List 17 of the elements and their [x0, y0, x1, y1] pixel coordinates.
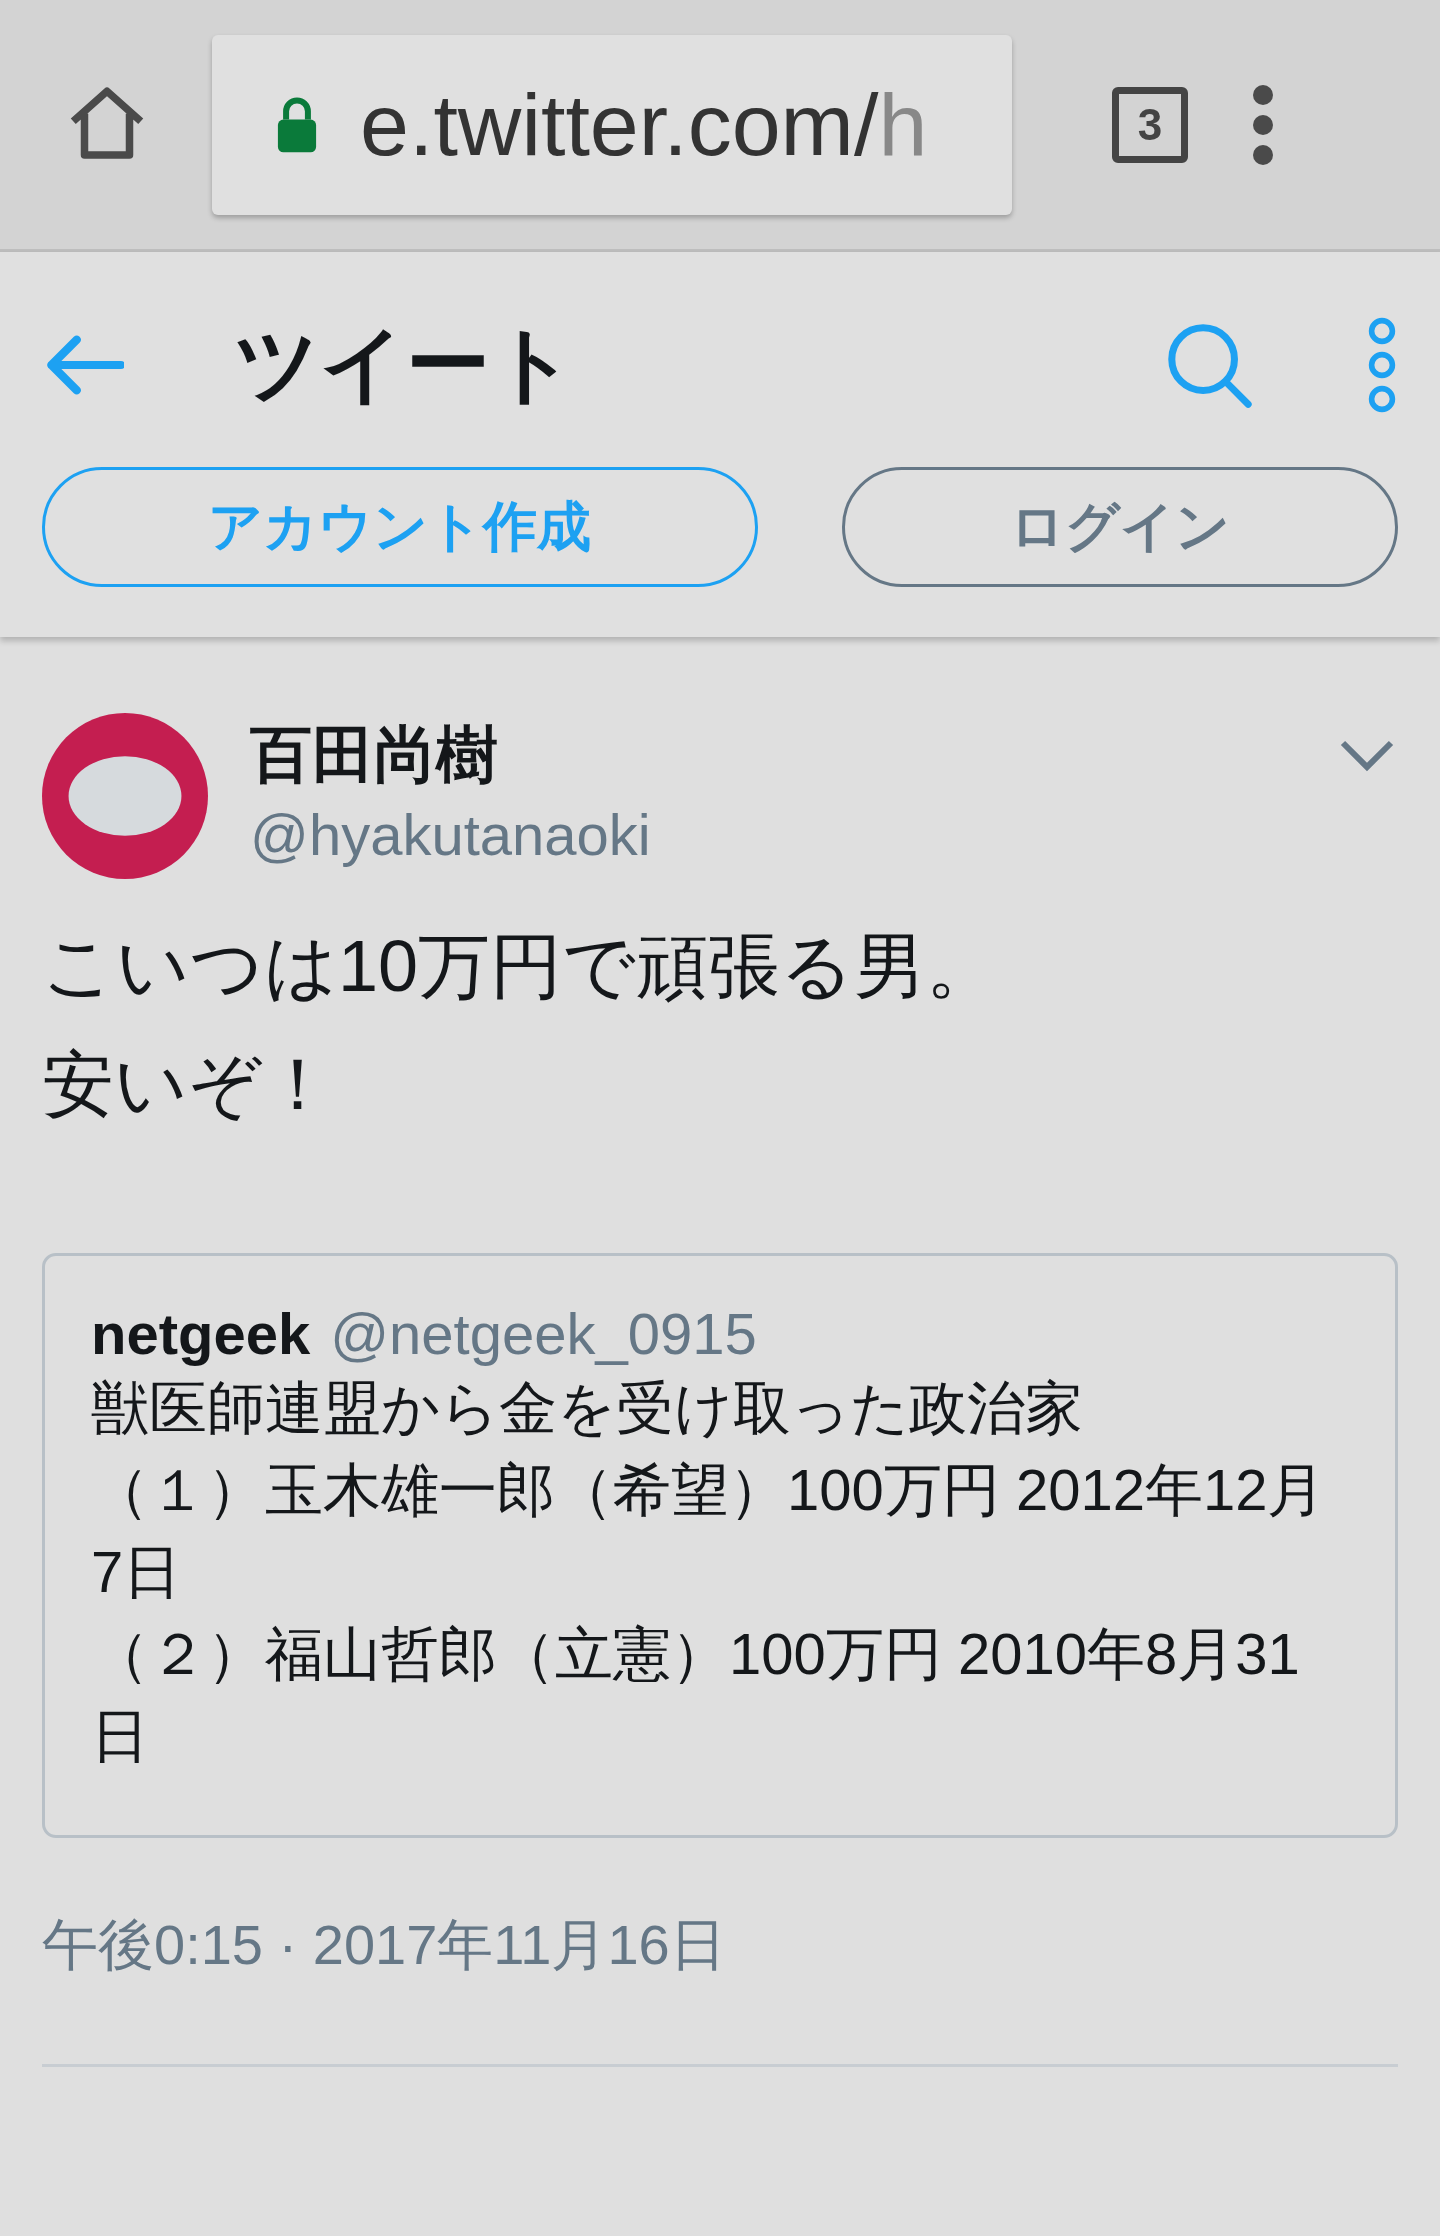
tab-count[interactable]: 3 [1112, 86, 1188, 163]
login-button[interactable]: ログイン [841, 467, 1398, 587]
quoted-text: 獣医師連盟から金を受け取った政治家 [91, 1374, 1084, 1442]
tweet-text: こいつは10万円で頑張る男。 安いぞ！ [42, 925, 1000, 1126]
author-handle: @hyakutanaoki [250, 801, 652, 868]
more-options-icon[interactable] [1366, 316, 1398, 413]
quoted-text: （１）玉木雄一郎（希望）100万円 2012年12月7日 [91, 1456, 1327, 1606]
avatar[interactable] [42, 713, 208, 879]
timestamp: 午後0:15 · 2017年11月16日 [42, 1912, 727, 1978]
quoted-tweet[interactable]: netgeek @netgeek_0915 獣医師連盟から金を受け取った政治家 （１）玉木雄一郎（希望）100万円 2012年12月7日 （２）福山哲郎（立憲）100万円 2010年8月31日 [42, 1253, 1398, 1838]
author-name: 百田尚樹 [250, 719, 499, 791]
quoted-author-name: netgeek [91, 1300, 311, 1367]
address-bar[interactable]: e.twitter.com/h [212, 34, 1012, 215]
page-title: ツイート [234, 315, 577, 413]
url-text: e.twitter.com/h [360, 73, 928, 176]
quoted-author-handle: @netgeek_0915 [330, 1300, 757, 1367]
quoted-text: （２）福山哲郎（立憲）100万円 2010年8月31日 [91, 1620, 1301, 1770]
